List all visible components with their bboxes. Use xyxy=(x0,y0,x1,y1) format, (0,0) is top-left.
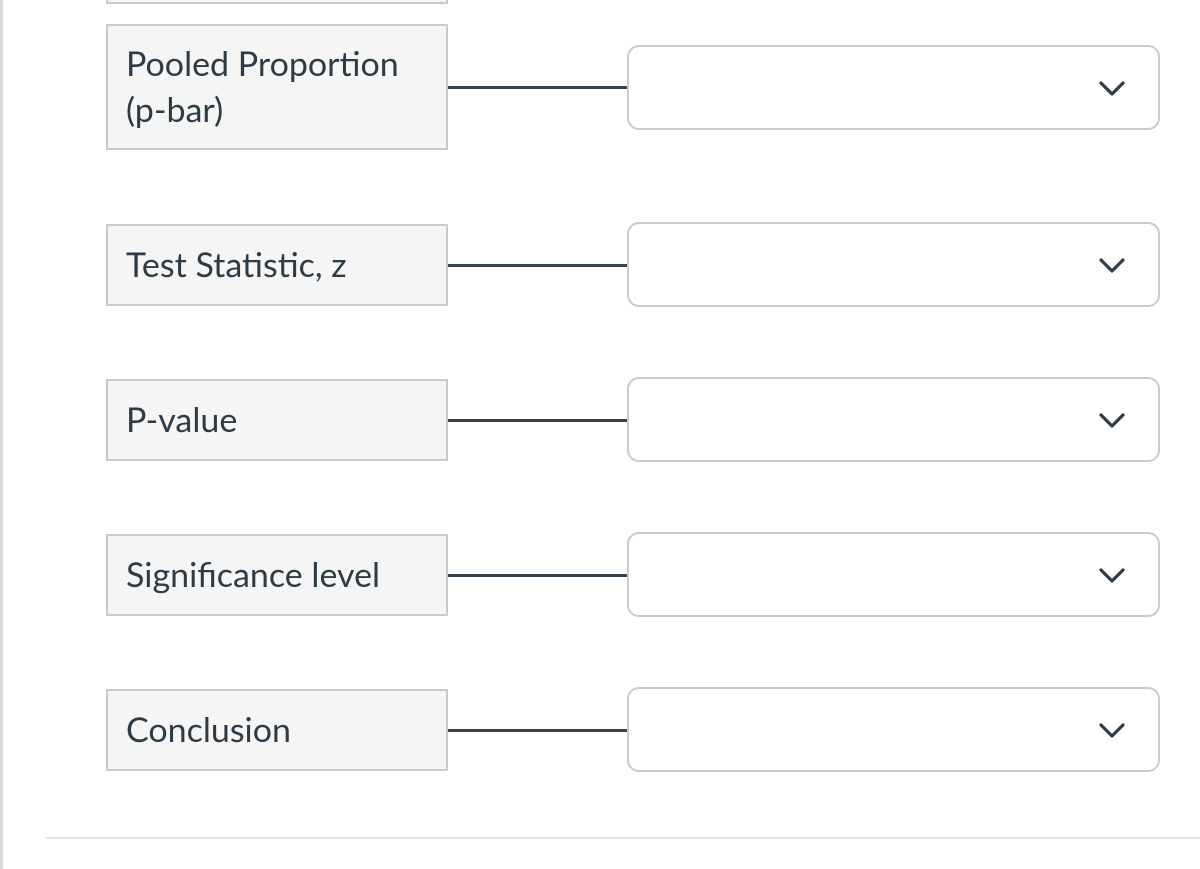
connector-line xyxy=(448,729,627,732)
match-row-test-statistic: Test Statistic, z xyxy=(3,204,1200,359)
match-row-pooled-proportion: Pooled Proportion (p-bar) xyxy=(3,24,1200,204)
match-row-conclusion: Conclusion xyxy=(3,669,1200,824)
matching-rows: Pooled Proportion (p-bar) Test Statistic… xyxy=(3,24,1200,824)
section-divider xyxy=(46,837,1200,839)
chevron-down-icon xyxy=(1096,72,1128,104)
prompt-label: Test Statistic, z xyxy=(126,242,347,288)
prompt-box: P-value xyxy=(106,379,448,461)
answer-dropdown-pooled-proportion[interactable] xyxy=(627,45,1160,130)
chevron-down-icon xyxy=(1096,249,1128,281)
prompt-label: Pooled Proportion (p-bar) xyxy=(126,41,399,133)
previous-item-fragment xyxy=(106,0,448,4)
answer-dropdown-significance-level[interactable] xyxy=(627,532,1160,617)
matching-question-panel: Pooled Proportion (p-bar) Test Statistic… xyxy=(0,0,1200,869)
prompt-label: P-value xyxy=(126,397,237,443)
match-row-p-value: P-value xyxy=(3,359,1200,514)
answer-dropdown-conclusion[interactable] xyxy=(627,687,1160,772)
chevron-down-icon xyxy=(1096,559,1128,591)
connector-line xyxy=(448,574,627,577)
prompt-box: Conclusion xyxy=(106,689,448,771)
prompt-label: Conclusion xyxy=(126,707,291,753)
prompt-label: Significance level xyxy=(126,552,380,598)
match-row-significance-level: Significance level xyxy=(3,514,1200,669)
prompt-box: Pooled Proportion (p-bar) xyxy=(106,24,448,150)
chevron-down-icon xyxy=(1096,714,1128,746)
prompt-box: Test Statistic, z xyxy=(106,224,448,306)
prompt-box: Significance level xyxy=(106,534,448,616)
connector-line xyxy=(448,419,627,422)
connector-line xyxy=(448,264,627,267)
connector-line xyxy=(448,86,627,89)
chevron-down-icon xyxy=(1096,404,1128,436)
answer-dropdown-p-value[interactable] xyxy=(627,377,1160,462)
answer-dropdown-test-statistic[interactable] xyxy=(627,222,1160,307)
